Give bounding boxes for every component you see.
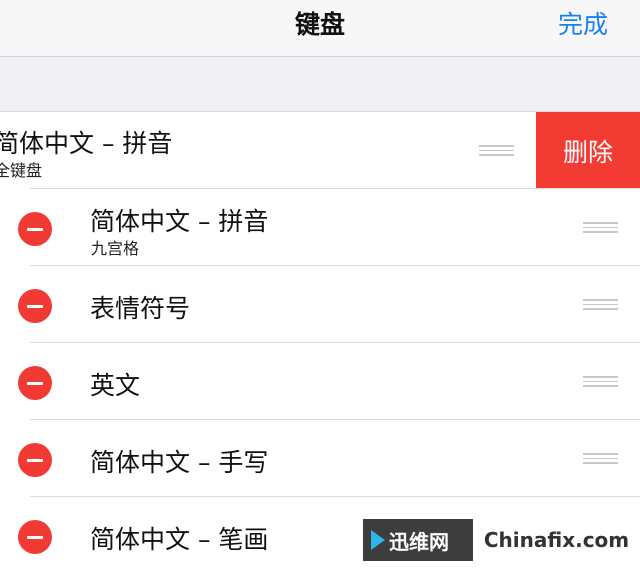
- keyboard-label: 简体中文 – 拼音: [0, 129, 173, 158]
- keyboard-label: 简体中文 – 手写: [90, 448, 269, 477]
- delete-button[interactable]: 删除: [536, 112, 640, 189]
- keyboard-label: 简体中文 – 笔画: [90, 525, 269, 554]
- keyboard-sublabel: 全键盘: [0, 161, 43, 180]
- watermark-cn-text: 迅维网: [389, 529, 449, 554]
- watermark: 迅维网 Chinafix.com: [363, 519, 640, 561]
- keyboard-label: 简体中文 – 拼音: [90, 207, 269, 236]
- done-button[interactable]: 完成: [558, 0, 608, 50]
- minus-circle-icon[interactable]: [18, 520, 52, 554]
- minus-circle-icon[interactable]: [18, 289, 52, 323]
- arrow-logo-icon: [371, 530, 385, 550]
- swiped-row-content: 简体中文 – 拼音 全键盘 删除: [0, 112, 640, 189]
- page-title: 键盘: [294, 10, 345, 39]
- watermark-domain: Chinafix.com: [473, 519, 640, 561]
- keyboard-row-handwriting[interactable]: 简体中文 – 手写: [0, 420, 640, 497]
- keyboard-list: 简体中文 – 拼音 全键盘 删除 简体中文 – 拼音 九宫格 表情符号 英文 简…: [0, 111, 640, 574]
- keyboard-sublabel: 九宫格: [91, 239, 140, 258]
- keyboard-row-pinyin-full[interactable]: 简体中文 – 拼音 全键盘 删除: [0, 112, 640, 189]
- watermark-brand: 迅维网: [363, 519, 473, 561]
- reorder-handle-icon[interactable]: [583, 376, 618, 387]
- minus-circle-icon[interactable]: [18, 366, 52, 400]
- keyboard-label: 英文: [90, 371, 141, 400]
- reorder-handle-icon[interactable]: [479, 145, 514, 156]
- reorder-handle-icon[interactable]: [583, 222, 618, 233]
- keyboard-row-pinyin-nine[interactable]: 简体中文 – 拼音 九宫格: [0, 189, 640, 266]
- reorder-handle-icon[interactable]: [583, 453, 618, 464]
- navigation-bar: 键盘 完成: [0, 0, 640, 57]
- reorder-handle-icon[interactable]: [583, 299, 618, 310]
- keyboard-label: 表情符号: [90, 294, 191, 323]
- minus-circle-icon[interactable]: [18, 443, 52, 477]
- minus-circle-icon[interactable]: [18, 212, 52, 246]
- keyboard-row-emoji[interactable]: 表情符号: [0, 266, 640, 343]
- keyboard-row-english[interactable]: 英文: [0, 343, 640, 420]
